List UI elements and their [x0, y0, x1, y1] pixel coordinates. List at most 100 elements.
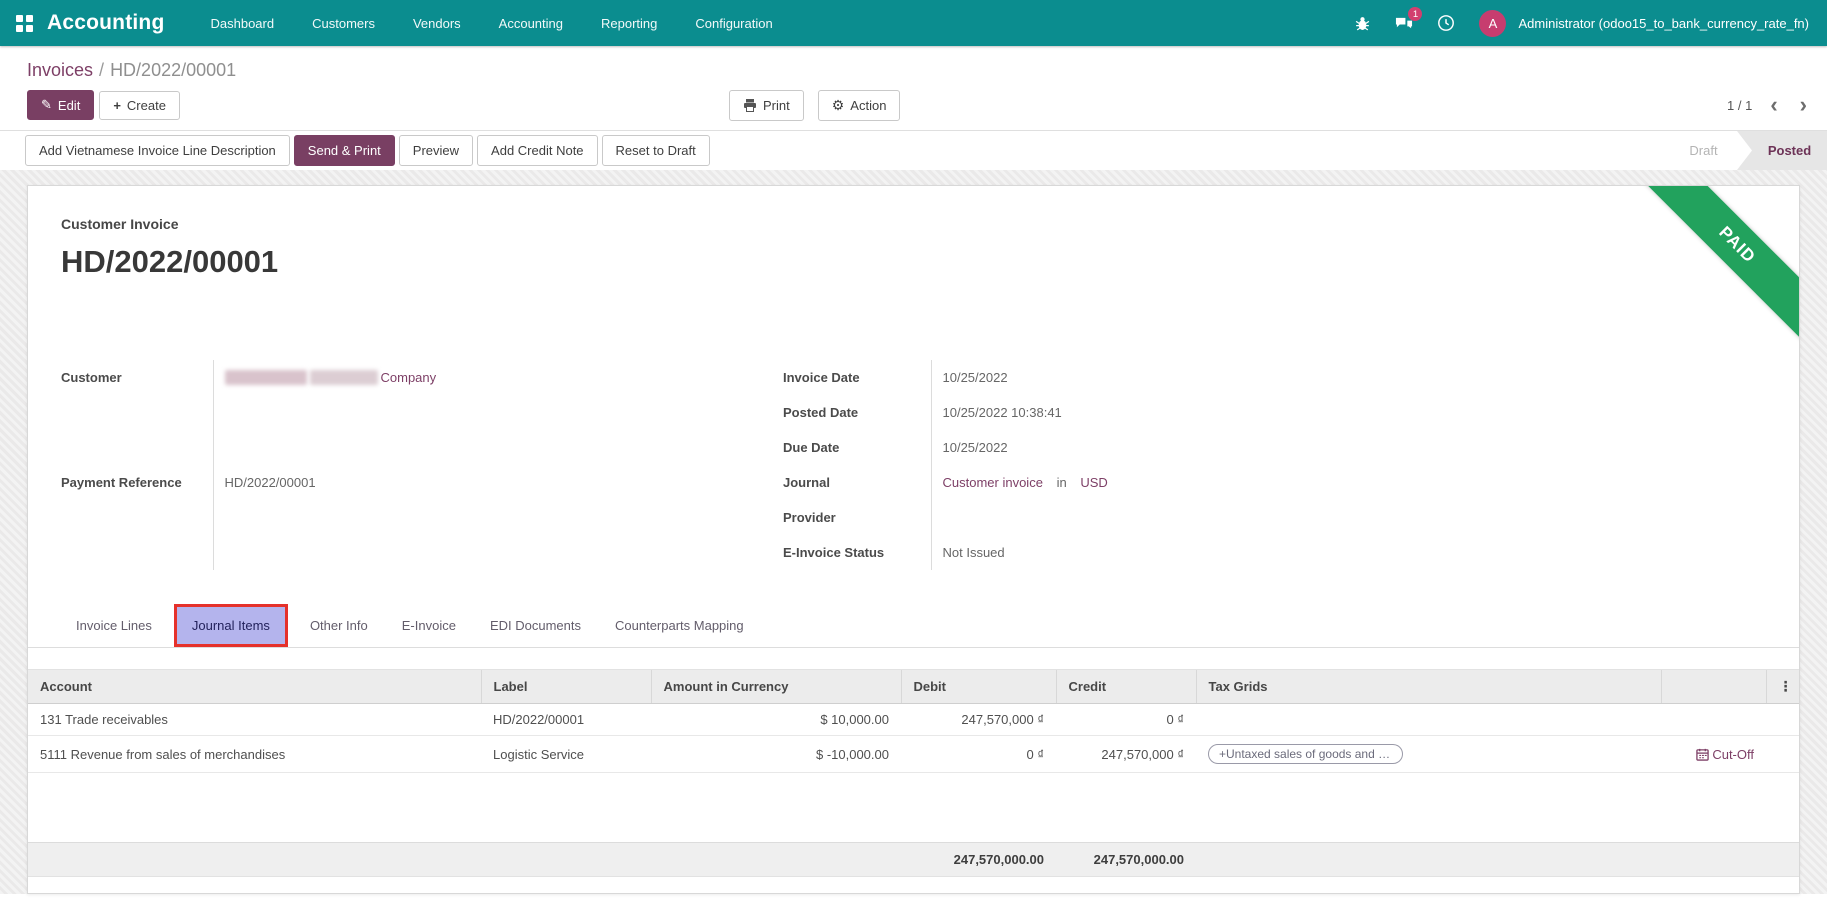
state-draft[interactable]: Draft	[1655, 131, 1752, 170]
customer-link[interactable]: Company	[381, 370, 437, 385]
payment-reference-label: Payment Reference	[61, 465, 213, 570]
plus-icon: +	[113, 98, 121, 113]
journal-value: Customer invoice in USD	[931, 465, 1263, 500]
app-brand[interactable]: Accounting	[47, 11, 165, 35]
action-button[interactable]: ⚙ Action	[818, 90, 901, 121]
table-header-row: Account Label Amount in Currency Debit C…	[28, 670, 1800, 704]
control-bar: ✎ Edit + Create Print ⚙ Action 1 / 1 ‹ ›	[0, 81, 1827, 130]
print-button[interactable]: Print	[729, 90, 804, 121]
calendar-icon	[1696, 748, 1709, 761]
payment-reference-value: HD/2022/00001	[213, 465, 761, 570]
debug-bug-icon[interactable]	[1353, 14, 1371, 32]
col-account[interactable]: Account	[28, 670, 481, 704]
menu-configuration[interactable]: Configuration	[695, 16, 772, 31]
redacted-customer-name-2	[310, 370, 378, 385]
pencil-icon: ✎	[41, 97, 52, 113]
provider-label: Provider	[783, 500, 931, 535]
journal-link[interactable]: Customer invoice	[943, 475, 1043, 490]
empty-rows-area	[28, 773, 1800, 843]
content-area: PAID Customer Invoice HD/2022/00001 Cust…	[0, 170, 1827, 894]
cell-tax-grids: +Untaxed sales of goods and servic...	[1196, 736, 1661, 773]
total-debit: 247,570,000.00	[901, 843, 1056, 877]
col-label[interactable]: Label	[481, 670, 651, 704]
cell-account: 131 Trade receivables	[28, 704, 481, 736]
invoice-date-label: Invoice Date	[783, 360, 931, 395]
cell-extra: Cut-Off	[1661, 736, 1766, 773]
pager-next-icon[interactable]: ›	[1796, 98, 1811, 112]
einvoice-status-label: E-Invoice Status	[783, 535, 931, 570]
pager-count: 1 / 1	[1727, 98, 1752, 113]
cell-credit: 247,570,000 ₫	[1056, 736, 1196, 773]
cell-tax-grids	[1196, 704, 1661, 736]
posted-date-value: 10/25/2022 10:38:41	[931, 395, 1263, 430]
total-credit: 247,570,000.00	[1056, 843, 1196, 877]
edit-button[interactable]: ✎ Edit	[27, 90, 94, 120]
menu-vendors[interactable]: Vendors	[413, 16, 461, 31]
table-row[interactable]: 5111 Revenue from sales of merchandises …	[28, 736, 1800, 773]
customer-label: Customer	[61, 360, 213, 465]
journal-items-table: Account Label Amount in Currency Debit C…	[28, 669, 1800, 877]
table-row[interactable]: 131 Trade receivables HD/2022/00001 $ 10…	[28, 704, 1800, 736]
customer-value: Company	[213, 360, 761, 465]
einvoice-status-value: Not Issued	[931, 535, 1263, 570]
add-vietnamese-description-button[interactable]: Add Vietnamese Invoice Line Description	[25, 135, 290, 166]
tax-grid-tag: +Untaxed sales of goods and servic...	[1208, 744, 1403, 764]
reset-to-draft-button[interactable]: Reset to Draft	[602, 135, 710, 166]
breadcrumb: Invoices / HD/2022/00001	[0, 46, 1827, 81]
tab-e-invoice[interactable]: E-Invoice	[387, 607, 471, 644]
cell-credit: 0 ₫	[1056, 704, 1196, 736]
col-extra	[1661, 670, 1766, 704]
optional-columns-icon[interactable]: ⋮	[1766, 670, 1800, 704]
cut-off-link[interactable]: Cut-Off	[1696, 747, 1754, 762]
menu-reporting[interactable]: Reporting	[601, 16, 657, 31]
col-debit[interactable]: Debit	[901, 670, 1056, 704]
menu-dashboard[interactable]: Dashboard	[211, 16, 275, 31]
cell-extra	[1661, 704, 1766, 736]
breadcrumb-current: HD/2022/00001	[110, 60, 236, 80]
col-tax-grids[interactable]: Tax Grids	[1196, 670, 1661, 704]
breadcrumb-invoices[interactable]: Invoices	[27, 60, 93, 80]
due-date-value: 10/25/2022	[931, 430, 1263, 465]
top-nav: Accounting Dashboard Customers Vendors A…	[0, 0, 1827, 46]
notebook-tabs: Invoice Lines Journal Items Other Info E…	[28, 604, 1799, 648]
tab-edi-documents[interactable]: EDI Documents	[475, 607, 596, 644]
state-posted[interactable]: Posted	[1752, 131, 1827, 170]
breadcrumb-separator: /	[99, 60, 104, 80]
tab-other-info[interactable]: Other Info	[295, 607, 383, 644]
document-type-label: Customer Invoice	[61, 216, 1766, 232]
messages-icon[interactable]: 1	[1395, 14, 1413, 32]
user-name[interactable]: Administrator (odoo15_to_bank_currency_r…	[1518, 16, 1809, 31]
create-button[interactable]: + Create	[99, 91, 180, 120]
journal-in-text: in	[1057, 475, 1067, 490]
field-groups: Customer Company Payment Reference HD/20…	[28, 280, 1799, 570]
due-date-label: Due Date	[783, 430, 931, 465]
menu-accounting[interactable]: Accounting	[499, 16, 563, 31]
invoice-date-value: 10/25/2022	[931, 360, 1263, 395]
tab-journal-items[interactable]: Journal Items	[177, 607, 285, 644]
tab-invoice-lines[interactable]: Invoice Lines	[61, 607, 167, 644]
col-amount-currency[interactable]: Amount in Currency	[651, 670, 901, 704]
printer-icon	[743, 99, 757, 112]
cell-account: 5111 Revenue from sales of merchandises	[28, 736, 481, 773]
activities-clock-icon[interactable]	[1437, 14, 1455, 32]
journal-currency-link[interactable]: USD	[1080, 475, 1107, 490]
pager: 1 / 1 ‹ ›	[1727, 98, 1811, 113]
cell-amount-currency: $ 10,000.00	[651, 704, 901, 736]
gear-icon: ⚙	[832, 97, 845, 114]
state-widget: Draft Posted	[1655, 131, 1827, 170]
journal-label: Journal	[783, 465, 931, 500]
tab-counterparts-mapping[interactable]: Counterparts Mapping	[600, 607, 759, 644]
user-avatar[interactable]: A	[1479, 10, 1506, 37]
cell-debit: 0 ₫	[901, 736, 1056, 773]
cell-debit: 247,570,000 ₫	[901, 704, 1056, 736]
menu-customers[interactable]: Customers	[312, 16, 375, 31]
pager-prev-icon[interactable]: ‹	[1766, 98, 1781, 112]
cell-label: HD/2022/00001	[481, 704, 651, 736]
add-credit-note-button[interactable]: Add Credit Note	[477, 135, 598, 166]
provider-value	[931, 500, 1263, 535]
send-print-button[interactable]: Send & Print	[294, 135, 395, 166]
col-credit[interactable]: Credit	[1056, 670, 1196, 704]
apps-grid-icon[interactable]	[16, 15, 33, 32]
preview-button[interactable]: Preview	[399, 135, 473, 166]
redacted-customer-name	[225, 370, 307, 385]
